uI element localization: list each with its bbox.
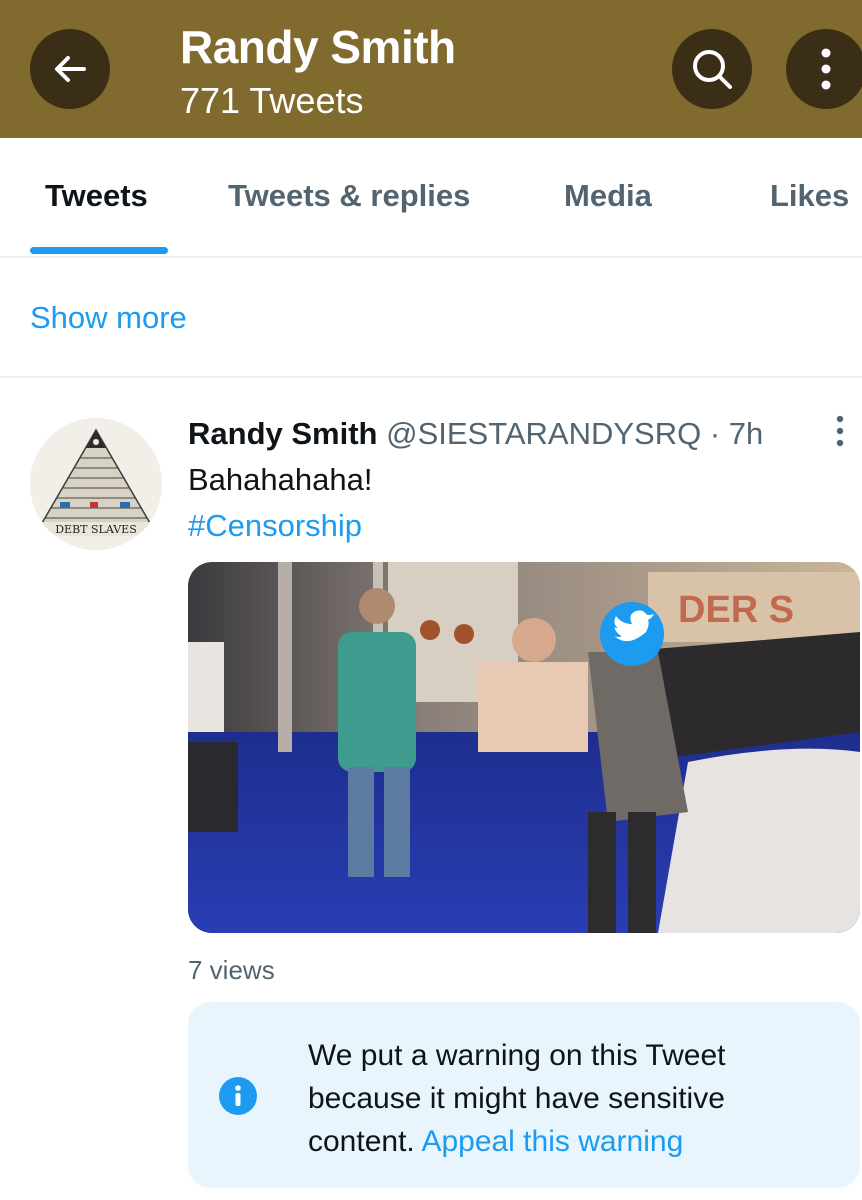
author-handle[interactable]: @SIESTARANDYSRQ (386, 416, 701, 451)
avatar-image: DEBT SLAVES (30, 418, 162, 550)
back-button[interactable] (30, 29, 110, 109)
warning-message: We put a warning on this Tweet because i… (308, 1034, 838, 1163)
tab-tweets[interactable]: Tweets (45, 178, 148, 214)
sensitive-content-warning: We put a warning on this Tweet because i… (188, 1002, 860, 1188)
avatar[interactable]: DEBT SLAVES (30, 418, 162, 550)
backdrop-letters: DER S (678, 589, 794, 631)
tab-media[interactable]: Media (564, 178, 652, 214)
separator-dot: · (709, 416, 721, 451)
author-name[interactable]: Randy Smith (188, 416, 377, 451)
show-more-link[interactable]: Show more (30, 300, 187, 336)
info-icon (219, 1077, 257, 1115)
profile-name-title: Randy Smith (180, 21, 456, 73)
more-options-button[interactable] (786, 29, 862, 109)
tweet-more-button[interactable] (826, 414, 854, 448)
profile-header: Randy Smith 771 Tweets (0, 0, 862, 138)
tweet-video[interactable]: DER S (188, 562, 860, 933)
video-frame: DER S (188, 562, 860, 933)
show-more-row: Show more (0, 258, 862, 378)
hashtag-link[interactable]: #Censorship (188, 508, 362, 544)
tweet-timestamp[interactable]: 7h (729, 416, 763, 451)
avatar-text: DEBT SLAVES (55, 523, 137, 536)
tweet-count: 771 Tweets (180, 80, 364, 121)
view-count: 7 views (188, 955, 275, 985)
appeal-warning-link[interactable]: Appeal this warning (421, 1125, 683, 1158)
search-icon (693, 50, 732, 89)
profile-tabs: Tweets Tweets & replies Media Likes (0, 138, 862, 258)
active-tab-indicator (30, 247, 168, 254)
more-vertical-icon (821, 48, 831, 90)
tab-likes[interactable]: Likes (770, 178, 849, 214)
arrow-left-icon (55, 56, 86, 82)
more-vertical-icon (836, 415, 844, 447)
tab-tweets-replies[interactable]: Tweets & replies (228, 178, 470, 214)
tweet-header: Randy Smith @SIESTARANDYSRQ · 7h (188, 416, 763, 452)
search-button[interactable] (672, 29, 752, 109)
tweet-text: Bahahahaha! (188, 462, 373, 497)
